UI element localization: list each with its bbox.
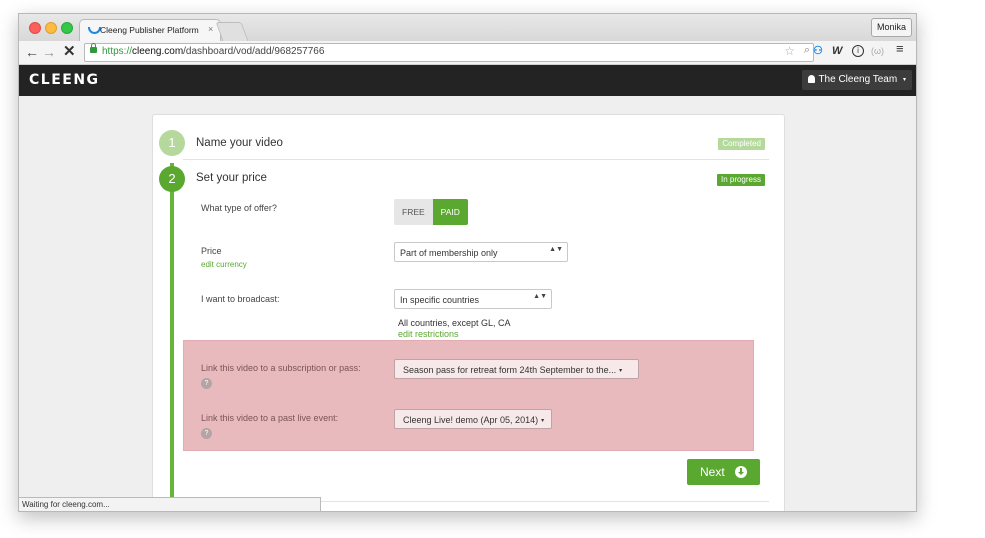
- highlighted-link-section: [183, 340, 754, 451]
- close-window-button[interactable]: [29, 22, 41, 34]
- extension-misc-icon[interactable]: (ω): [871, 44, 884, 58]
- select-arrows-icon: ▲▼: [533, 293, 547, 300]
- broadcast-label: I want to broadcast:: [201, 294, 280, 304]
- user-menu-button[interactable]: The Cleeng Team ▾: [802, 70, 912, 90]
- subscription-label: Link this video to a subscription or pas…: [201, 363, 361, 373]
- tab-bar: Cleeng Publisher Platform × Monika: [19, 14, 916, 42]
- offer-type-label: What type of offer?: [201, 203, 277, 213]
- price-select-value: Part of membership only: [400, 248, 498, 258]
- chevron-down-icon: ▾: [902, 77, 906, 83]
- help-icon[interactable]: ?: [201, 428, 212, 439]
- help-icon[interactable]: ?: [201, 378, 212, 389]
- price-select[interactable]: Part of membership only ▲▼: [394, 242, 568, 262]
- stop-loading-icon[interactable]: ✕: [63, 42, 76, 62]
- browser-window: Cleeng Publisher Platform × Monika ← → ✕…: [18, 13, 917, 512]
- subscription-dropdown[interactable]: Season pass for retreat form 24th Septem…: [394, 359, 639, 379]
- wizard-card: 1 Name your video Completed 2 Set your p…: [152, 114, 785, 511]
- browser-menu-icon[interactable]: ≡: [896, 42, 904, 56]
- chevron-down-icon: ▾: [619, 368, 623, 374]
- minimize-window-button[interactable]: [45, 22, 57, 34]
- download-circle-icon: [735, 466, 747, 478]
- offer-paid-button[interactable]: PAID: [432, 199, 468, 225]
- live-event-dropdown-value: Cleeng Live! demo (Apr 05, 2014): [403, 415, 539, 425]
- url-text[interactable]: https://cleeng.com/dashboard/vod/add/968…: [102, 46, 324, 57]
- status-badge-completed: Completed: [718, 138, 765, 150]
- step-2-circle: 2: [159, 166, 185, 192]
- new-tab-button[interactable]: [215, 22, 249, 41]
- offer-type-toggle: FREE PAID: [394, 199, 468, 225]
- step-1-title[interactable]: Name your video: [196, 137, 283, 149]
- url-scheme: https://: [102, 46, 133, 57]
- bookmark-star-icon[interactable]: ☆: [784, 44, 795, 58]
- subscription-dropdown-value: Season pass for retreat form 24th Septem…: [403, 365, 617, 375]
- url-path: /dashboard/vod/add/968257766: [183, 46, 325, 57]
- main-content: 1 Name your video Completed 2 Set your p…: [19, 96, 916, 511]
- zoom-icon[interactable]: ⌕: [804, 44, 810, 57]
- step-divider: [183, 159, 769, 160]
- app-header: CLEENG The Cleeng Team ▾: [19, 65, 916, 96]
- tab-close-icon[interactable]: ×: [208, 24, 213, 34]
- broadcast-select-value: In specific countries: [400, 295, 480, 305]
- countries-text: All countries, except GL, CA: [398, 318, 511, 328]
- url-host: cleeng.com: [132, 46, 184, 57]
- maximize-window-button[interactable]: [61, 22, 73, 34]
- step-1-circle: 1: [159, 130, 185, 156]
- status-badge-in-progress: In progress: [716, 174, 765, 186]
- cleeng-logo[interactable]: CLEENG: [29, 72, 100, 88]
- select-arrows-icon: ▲▼: [549, 246, 563, 253]
- offer-free-button[interactable]: FREE: [394, 199, 433, 225]
- extension-person-icon[interactable]: ⚇: [813, 44, 823, 58]
- step-2-title: Set your price: [196, 172, 267, 184]
- progress-line: [170, 163, 174, 511]
- price-label: Price: [201, 246, 222, 256]
- browser-toolbar: ← → ✕ https://cleeng.com/dashboard/vod/a…: [19, 41, 916, 65]
- live-event-label: Link this video to a past live event:: [201, 413, 339, 423]
- extension-w-icon[interactable]: W: [832, 44, 842, 58]
- address-bar[interactable]: https://cleeng.com/dashboard/vod/add/968…: [84, 43, 814, 62]
- edit-restrictions-link[interactable]: edit restrictions: [398, 329, 459, 339]
- user-icon: [808, 75, 816, 83]
- broadcast-select[interactable]: In specific countries ▲▼: [394, 289, 552, 309]
- next-button[interactable]: Next: [687, 459, 760, 485]
- extension-info-icon[interactable]: i: [852, 45, 864, 57]
- live-event-dropdown[interactable]: Cleeng Live! demo (Apr 05, 2014) ▾: [394, 409, 552, 429]
- edit-currency-link[interactable]: edit currency: [201, 260, 247, 269]
- back-arrow-icon[interactable]: ←: [25, 42, 39, 62]
- profile-button[interactable]: Monika: [870, 18, 912, 37]
- chevron-down-icon: ▾: [541, 418, 545, 424]
- next-button-label: Next: [700, 465, 725, 479]
- lock-icon: [90, 43, 97, 53]
- browser-tab[interactable]: Cleeng Publisher Platform ×: [79, 19, 221, 42]
- forward-arrow-icon[interactable]: →: [42, 42, 56, 62]
- tab-title: Cleeng Publisher Platform: [100, 25, 199, 35]
- status-bar: Waiting for cleeng.com...: [19, 497, 321, 511]
- user-menu-label: The Cleeng Team: [818, 74, 898, 85]
